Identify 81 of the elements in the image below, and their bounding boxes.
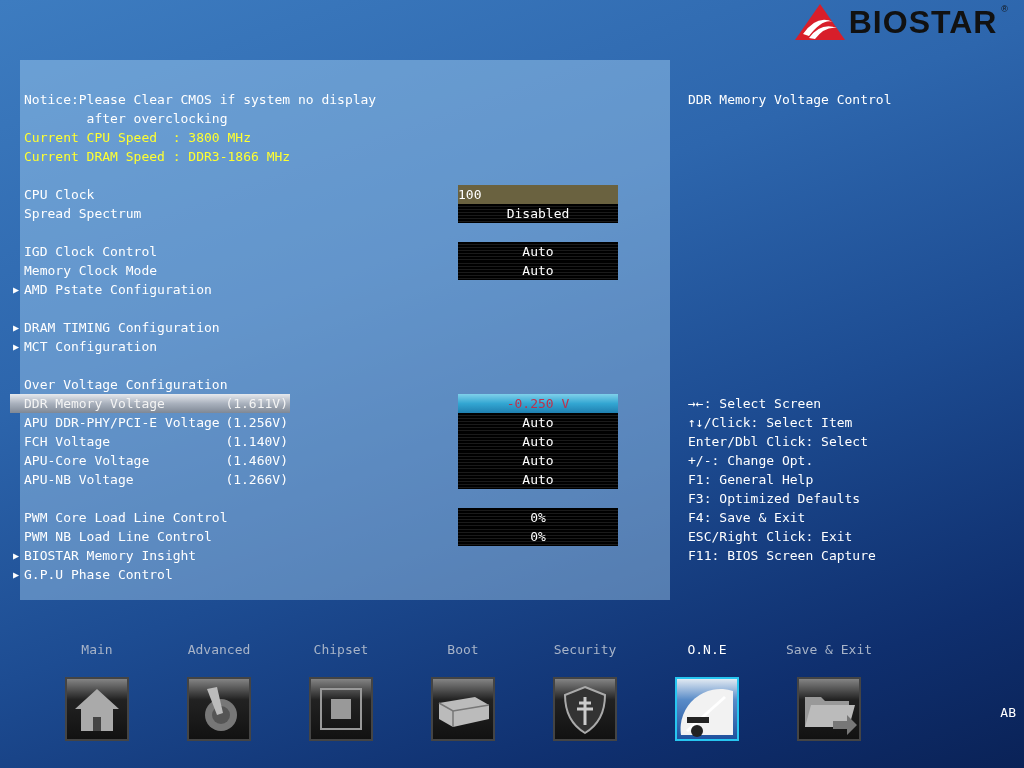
setting-name: PWM Core Load Line Control: [24, 509, 228, 527]
submenu-item[interactable]: DRAM TIMING Configuration: [24, 318, 632, 337]
setting-label[interactable]: IGD Clock Control: [10, 242, 290, 261]
shield-icon: [553, 677, 617, 741]
setting-label[interactable]: FCH Voltage (1.140V): [10, 432, 290, 451]
value-option[interactable]: Auto: [458, 470, 618, 489]
home-icon: [65, 677, 129, 741]
setting-label[interactable]: APU DDR-PHY/PCI-E Voltage (1.256V): [10, 413, 290, 432]
menu-tab[interactable]: Main: [36, 640, 158, 741]
setting-name: IGD Clock Control: [24, 243, 158, 261]
chip-icon: [309, 677, 373, 741]
registered-mark: ®: [1001, 4, 1008, 14]
setting-name: FCH Voltage: [24, 433, 111, 451]
setting-name: DDR Memory Voltage: [24, 395, 165, 413]
setting-name: PWM NB Load Line Control: [24, 528, 212, 546]
gauge-icon: [675, 677, 739, 741]
value-option[interactable]: -0.250 V: [458, 394, 618, 413]
section-heading: Over Voltage Configuration: [24, 376, 229, 394]
voltage-reading: (1.460V): [225, 452, 289, 470]
submenu-item[interactable]: G.P.U Phase Control: [24, 565, 632, 584]
menu-tab[interactable]: O.N.E: [646, 640, 768, 741]
setting-label[interactable]: PWM Core Load Line Control: [10, 508, 290, 527]
key-help-text: F4: Save & Exit: [688, 509, 807, 527]
menu-tab[interactable]: Boot: [402, 640, 524, 741]
submenu-item[interactable]: MCT Configuration: [24, 337, 632, 356]
key-help-text: Enter/Dbl Click: Select: [688, 433, 869, 451]
key-help-text: ↑↓/Click: Select Item: [688, 414, 854, 432]
submenu-item[interactable]: BIOSTAR Memory Insight: [24, 546, 632, 565]
folder-icon: [797, 677, 861, 741]
setting-label[interactable]: APU-NB Voltage (1.266V): [10, 470, 290, 489]
voltage-reading: (1.266V): [225, 471, 289, 489]
submenu-arrow-icon: ▶: [8, 569, 24, 580]
menu-tab[interactable]: Security: [524, 640, 646, 741]
joystick-icon: [187, 677, 251, 741]
submenu-arrow-icon: ▶: [8, 550, 24, 561]
menu-tab[interactable]: Save & Exit: [768, 640, 890, 741]
key-help-text: ESC/Right Click: Exit: [688, 528, 854, 546]
setting-name: APU-NB Voltage: [24, 471, 134, 489]
value-field[interactable]: 100: [458, 185, 618, 204]
help-text: DDR Memory Voltage Control: [688, 91, 893, 109]
drive-icon: [431, 677, 495, 741]
value-option[interactable]: 0%: [458, 527, 618, 546]
logo-text: BIOSTAR: [848, 4, 998, 40]
value-option[interactable]: 0%: [458, 508, 618, 527]
setting-label[interactable]: Spread Spectrum: [10, 204, 290, 223]
setting-name: Memory Clock Mode: [24, 262, 158, 280]
value-option[interactable]: Auto: [458, 432, 618, 451]
menu-tab[interactable]: Advanced: [158, 640, 280, 741]
setting-name: APU DDR-PHY/PCI-E Voltage: [24, 414, 220, 432]
triangle-logo-icon: [794, 4, 845, 40]
value-option[interactable]: Disabled: [458, 204, 618, 223]
setting-label[interactable]: APU-Core Voltage (1.460V): [10, 451, 290, 470]
setting-name: Spread Spectrum: [24, 205, 142, 223]
voltage-reading: (1.256V): [225, 414, 289, 432]
value-option[interactable]: Auto: [458, 451, 618, 470]
key-help-text: F3: Optimized Defaults: [688, 490, 862, 508]
submenu-item[interactable]: AMD Pstate Configuration: [24, 280, 632, 299]
key-help-text: F1: General Help: [688, 471, 815, 489]
value-option[interactable]: Auto: [458, 261, 618, 280]
key-help-text: →←: Select Screen: [688, 395, 823, 413]
setting-label[interactable]: PWM NB Load Line Control: [10, 527, 290, 546]
setting-label[interactable]: CPU Clock: [10, 185, 290, 204]
notice-text: Notice:Please Clear CMOS if system no display: [24, 91, 378, 109]
notice-text: after overclocking: [85, 110, 229, 128]
submenu-arrow-icon: ▶: [8, 322, 24, 333]
submenu-arrow-icon: ▶: [8, 341, 24, 352]
submenu-arrow-icon: ▶: [8, 284, 24, 295]
menu-tab[interactable]: Chipset: [280, 640, 402, 741]
value-option[interactable]: Auto: [458, 413, 618, 432]
key-help-text: +/-: Change Opt.: [688, 452, 815, 470]
setting-name: APU-Core Voltage: [24, 452, 150, 470]
setting-label[interactable]: DDR Memory Voltage (1.611V): [10, 394, 290, 413]
value-option[interactable]: Auto: [458, 242, 618, 261]
setting-label[interactable]: Memory Clock Mode: [10, 261, 290, 280]
voltage-reading: (1.140V): [225, 433, 289, 451]
info-text: Current CPU Speed : 3800 MHz: [24, 129, 252, 147]
keyboard-layout-label: AB: [1000, 704, 1016, 722]
voltage-reading: (1.611V): [225, 395, 289, 413]
setting-name: CPU Clock: [24, 186, 95, 204]
info-text: Current DRAM Speed : DDR3-1866 MHz: [24, 148, 292, 166]
key-help-text: F11: BIOS Screen Capture: [688, 547, 877, 565]
